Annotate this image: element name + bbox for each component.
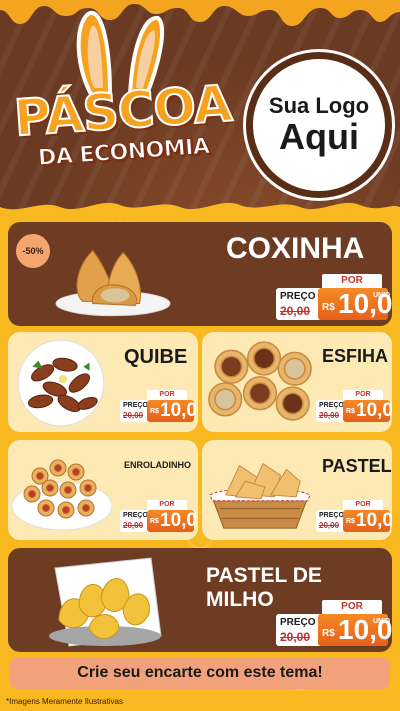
- old-price: 20,00: [123, 411, 144, 420]
- product-name-esfiha: ESFIHA: [322, 346, 389, 366]
- currency-label: R$: [150, 518, 159, 525]
- esfiha-image: [208, 341, 312, 421]
- currency-label: R$: [346, 408, 355, 415]
- product-card-coxinha[interactable]: -50% COXINHA POR PREÇO 20,00 R$ 10,00 UN…: [8, 222, 392, 326]
- preco-label: PREÇO: [319, 402, 344, 409]
- header-banner: PÁSCOA DA ECONOMIA Sua Logo Aqui: [0, 0, 400, 220]
- product-name-enroladinho: ENROLADINHO: [124, 460, 191, 470]
- price-tag-coxinha: POR PREÇO 20,00 R$ 10,00 UNID: [276, 274, 392, 324]
- price-tag-pastel-de-milho: POR PREÇO 20,00 R$ 10,00 UNID: [276, 600, 392, 650]
- enroladinho-image: [11, 459, 113, 531]
- header-bottom-wave: [0, 202, 400, 220]
- por-label: POR: [147, 500, 187, 510]
- old-price: 20,00: [123, 521, 144, 530]
- product-card-quibe[interactable]: QUIBE POR PREÇO 20,00 R$ 10,00: [8, 332, 198, 432]
- new-price-box: R$ 10,00: [147, 400, 198, 422]
- product-card-enroladinho[interactable]: ENROLADINHO POR PREÇO 20,00 R$ 10,00: [8, 440, 198, 540]
- por-label: POR: [322, 274, 382, 288]
- currency-label: R$: [322, 628, 335, 639]
- new-price-box: R$ 10,00: [343, 400, 392, 422]
- price-tag-pastel: POR PREÇO 20,00 R$ 10,00: [316, 500, 392, 534]
- old-price: 20,00: [319, 411, 340, 420]
- product-name-quibe: QUIBE: [124, 346, 188, 368]
- preco-label: PREÇO: [123, 512, 148, 519]
- price-tag-esfiha: POR PREÇO 20,00 R$ 10,00: [316, 390, 392, 424]
- old-price: 20,00: [319, 521, 340, 530]
- currency-label: R$: [346, 518, 355, 525]
- por-label: POR: [343, 500, 383, 510]
- logo-text-line2: Aqui: [279, 116, 359, 158]
- preco-label: PREÇO: [123, 402, 148, 409]
- old-price: 20,00: [280, 304, 311, 318]
- unit-label: UNID: [373, 618, 391, 625]
- logo-placeholder[interactable]: Sua Logo Aqui: [246, 52, 392, 198]
- pastel-image: [209, 462, 311, 529]
- caramel-drip: [0, 0, 400, 26]
- new-price: 10,00: [160, 510, 198, 531]
- product-card-esfiha[interactable]: ESFIHA POR PREÇO 20,00 R$ 10,00: [202, 332, 392, 432]
- currency-label: R$: [322, 302, 335, 313]
- new-price-box: R$ 10,00: [147, 510, 198, 532]
- product-name-pastel: PASTEL: [322, 456, 392, 476]
- preco-label: PREÇO: [280, 291, 316, 302]
- product-card-pastel[interactable]: PASTEL POR PREÇO 20,00 R$ 10,00: [202, 440, 392, 540]
- coxinha-image: [55, 249, 171, 317]
- price-tag-quibe: POR PREÇO 20,00 R$ 10,00: [120, 390, 198, 424]
- preco-label: PREÇO: [319, 512, 344, 519]
- old-price: 20,00: [280, 630, 311, 644]
- new-price: 10,00: [356, 400, 392, 421]
- logo-text-line1: Sua Logo: [268, 93, 370, 118]
- product-name-coxinha: COXINHA: [226, 232, 365, 265]
- image-disclaimer: *Imagens Meramente Ilustrativas: [6, 697, 123, 706]
- preco-label: PREÇO: [280, 617, 316, 628]
- new-price-box: R$ 10,00 UNID: [318, 288, 392, 320]
- quibe-image: [17, 339, 105, 427]
- por-label: POR: [147, 390, 187, 400]
- por-label: POR: [322, 600, 382, 614]
- discount-badge: -50%: [16, 234, 50, 268]
- product-card-pastel-de-milho[interactable]: PASTEL DE MILHO POR PREÇO 20,00 R$ 10,00…: [8, 548, 392, 652]
- pastel-de-milho-image: [49, 557, 162, 647]
- unit-label: UNID: [373, 292, 391, 299]
- new-price-box: R$ 10,00 UNID: [318, 614, 392, 646]
- create-flyer-button[interactable]: Crie seu encarte com este tema!: [10, 657, 390, 689]
- price-tag-enroladinho: POR PREÇO 20,00 R$ 10,00: [120, 500, 198, 534]
- new-price-box: R$ 10,00: [343, 510, 392, 532]
- new-price: 10,00: [160, 400, 198, 421]
- new-price: 10,00: [356, 510, 392, 531]
- por-label: POR: [343, 390, 383, 400]
- currency-label: R$: [150, 408, 159, 415]
